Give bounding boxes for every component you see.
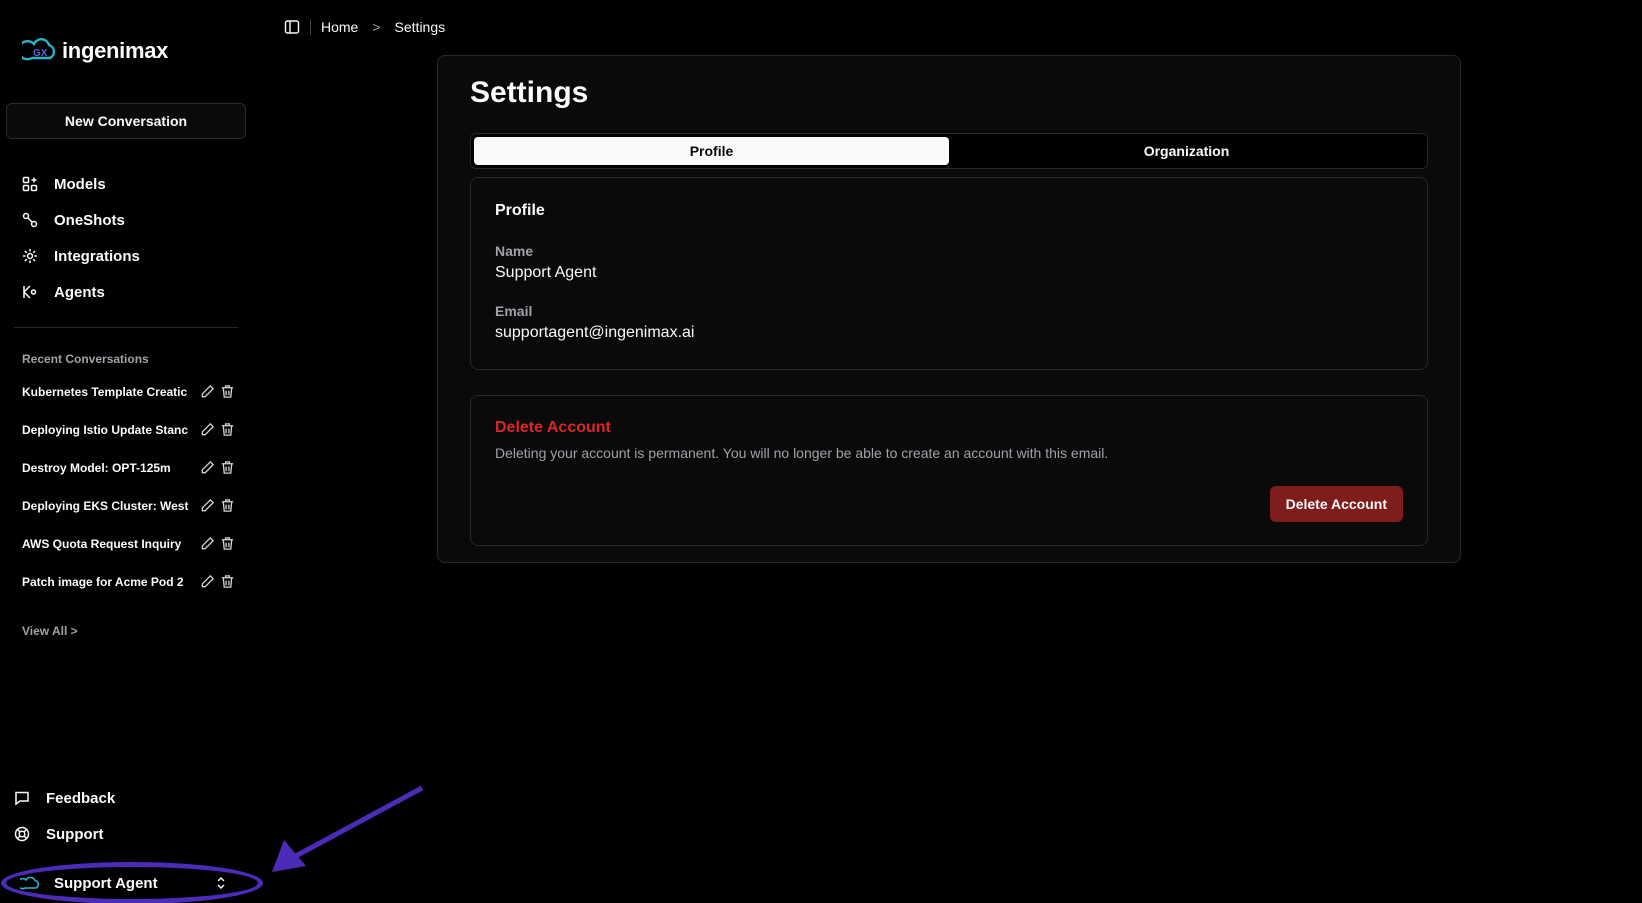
new-conversation-button[interactable]: New Conversation <box>6 103 246 139</box>
pencil-icon <box>201 422 215 436</box>
delete-account-description: Deleting your account is permanent. You … <box>495 445 1109 461</box>
nav-item-label: OneShots <box>54 211 125 229</box>
conversation-actions <box>200 460 236 476</box>
app-root: GX ingenimax New Conversation Models One… <box>0 0 1642 903</box>
conversation-actions <box>200 422 236 438</box>
nav-item-label: Integrations <box>54 247 140 265</box>
tab-organization[interactable]: Organization <box>949 137 1424 165</box>
conversation-title: Kubernetes Template Creatic <box>22 385 188 399</box>
trash-icon <box>221 461 234 474</box>
avatar <box>20 876 39 890</box>
nav-item-models[interactable]: Models <box>22 166 242 202</box>
edit-button[interactable] <box>200 384 216 400</box>
page-title: Settings <box>470 76 589 109</box>
delete-button[interactable] <box>220 384 236 400</box>
edit-button[interactable] <box>200 574 216 590</box>
breadcrumb: Home > Settings <box>284 16 445 38</box>
conversation-title: Deploying EKS Cluster: West <box>22 499 189 513</box>
nav-item-oneshots[interactable]: OneShots <box>22 202 242 238</box>
edit-button[interactable] <box>200 460 216 476</box>
delete-account-card: Delete Account Deleting your account is … <box>470 395 1428 546</box>
toolbar-divider <box>310 19 311 35</box>
user-switcher[interactable]: Support Agent <box>10 868 242 898</box>
sidebar-divider <box>14 327 238 328</box>
list-item[interactable]: Destroy Model: OPT-125m <box>22 449 244 487</box>
delete-button[interactable] <box>220 498 236 514</box>
name-label: Name <box>495 243 534 259</box>
agents-icon <box>23 285 37 299</box>
ingenimax-logo-icon: GX <box>22 38 56 61</box>
pencil-icon <box>201 536 215 550</box>
edit-button[interactable] <box>200 422 216 438</box>
delete-account-button[interactable]: Delete Account <box>1269 486 1403 522</box>
list-item[interactable]: Patch image for Acme Pod 2 <box>22 563 244 601</box>
nav-item-feedback[interactable]: Feedback <box>14 780 244 816</box>
conversation-title: Patch image for Acme Pod 2 <box>22 575 184 589</box>
bottom-nav: Feedback Support <box>14 780 244 852</box>
primary-nav: Models OneShots Integrations Agents <box>22 166 242 310</box>
trash-icon <box>221 499 234 512</box>
conversation-title: AWS Quota Request Inquiry <box>22 537 182 551</box>
conversation-actions <box>200 498 236 514</box>
trash-icon <box>221 575 234 588</box>
email-label: Email <box>495 303 533 319</box>
profile-card-title: Profile <box>495 202 545 219</box>
nav-item-label: Agents <box>54 283 105 301</box>
trash-icon <box>221 385 234 398</box>
delete-button[interactable] <box>220 422 236 438</box>
trash-icon <box>221 537 234 550</box>
conversation-actions <box>200 384 236 400</box>
life-buoy-icon <box>14 826 30 842</box>
trash-icon <box>221 423 234 436</box>
logo[interactable]: GX ingenimax <box>22 36 168 66</box>
nav-item-support[interactable]: Support <box>14 816 244 852</box>
list-item[interactable]: AWS Quota Request Inquiry <box>22 525 244 563</box>
delete-button[interactable] <box>220 460 236 476</box>
name-value: Support Agent <box>495 264 597 281</box>
recent-conversations-title: Recent Conversations <box>22 352 149 366</box>
pencil-icon <box>201 574 215 588</box>
view-all-link[interactable]: View All > <box>22 624 78 638</box>
nav-item-label: Models <box>54 175 106 193</box>
list-item[interactable]: Deploying EKS Cluster: West <box>22 487 244 525</box>
nav-item-label: Support <box>46 825 104 843</box>
pencil-icon <box>201 460 215 474</box>
conversation-actions <box>200 536 236 552</box>
message-square-icon <box>15 791 29 806</box>
delete-account-title: Delete Account <box>495 419 611 436</box>
conversation-title: Destroy Model: OPT-125m <box>22 461 171 475</box>
logo-text: ingenimax <box>62 38 169 63</box>
delete-button[interactable] <box>220 574 236 590</box>
list-item[interactable]: Kubernetes Template Creatic <box>22 373 244 411</box>
delete-button[interactable] <box>220 536 236 552</box>
profile-card: Profile Name Support Agent Email support… <box>470 177 1428 370</box>
list-item[interactable]: Deploying Istio Update Stanc <box>22 411 244 449</box>
chevron-right-icon: > <box>372 19 381 35</box>
conversation-actions <box>200 574 236 590</box>
oneshots-icon <box>22 212 38 228</box>
pencil-icon <box>201 498 215 512</box>
settings-panel: Settings Profile Organization Profile Na… <box>437 55 1461 563</box>
sidebar-toggle-icon[interactable] <box>284 19 300 35</box>
nav-item-integrations[interactable]: Integrations <box>22 238 242 274</box>
recent-conversations-list: Kubernetes Template Creatic Deploying Is… <box>22 373 244 601</box>
annotation-arrow-icon <box>272 785 424 872</box>
breadcrumb-home[interactable]: Home <box>321 19 358 35</box>
integrations-icon <box>23 249 37 263</box>
sidebar: GX ingenimax New Conversation Models One… <box>0 0 252 903</box>
pencil-icon <box>201 384 215 398</box>
email-value: supportagent@ingenimax.ai <box>495 324 695 341</box>
chevrons-up-down-icon <box>217 877 225 889</box>
models-icon <box>22 176 38 192</box>
edit-button[interactable] <box>200 536 216 552</box>
edit-button[interactable] <box>200 498 216 514</box>
user-name: Support Agent <box>54 874 158 892</box>
nav-item-label: Feedback <box>46 789 116 807</box>
tab-profile[interactable]: Profile <box>474 137 949 165</box>
nav-item-agents[interactable]: Agents <box>22 274 242 310</box>
conversation-title: Deploying Istio Update Stanc <box>22 423 189 437</box>
settings-tabs: Profile Organization <box>470 133 1428 169</box>
svg-text:GX: GX <box>33 48 48 59</box>
breadcrumb-current: Settings <box>394 19 446 35</box>
